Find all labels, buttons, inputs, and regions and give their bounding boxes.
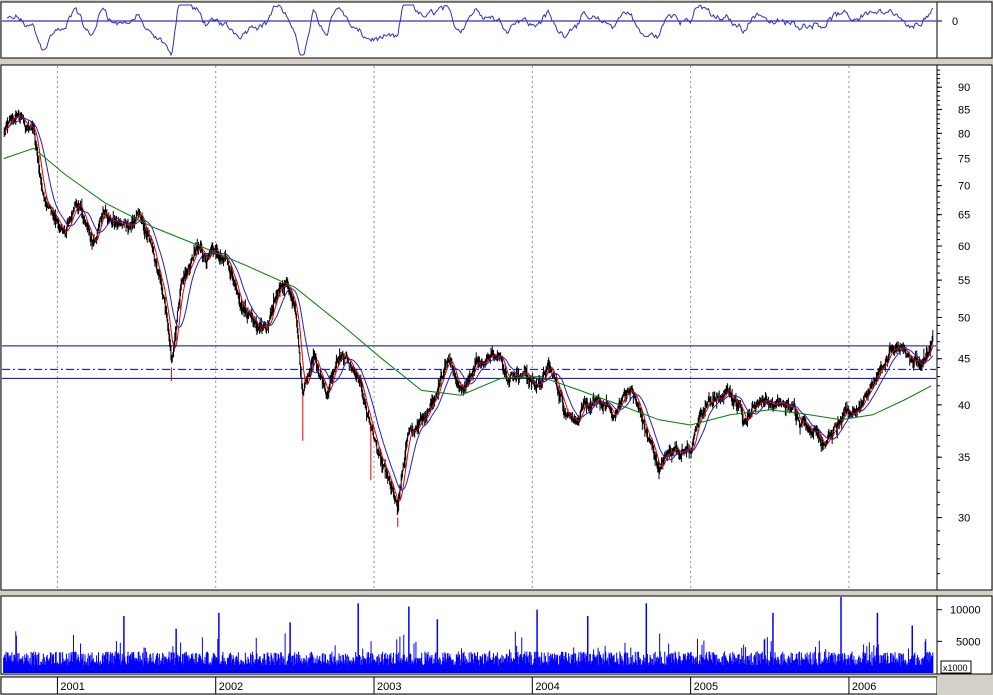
oscillator-axis <box>936 1 993 59</box>
price-tick-label: 45 <box>958 354 970 366</box>
year-label: 2006 <box>852 681 876 693</box>
volume-tick-label: 5000 <box>956 636 980 648</box>
year-label: 2003 <box>377 681 401 693</box>
year-label: 2005 <box>694 681 718 693</box>
oscillator-tick-label: 0 <box>952 16 958 28</box>
volume-tick-label: 10000 <box>950 605 981 617</box>
price-tick-label: 80 <box>958 128 970 140</box>
price-tick-label: 75 <box>958 154 970 166</box>
price-tick-label: 70 <box>958 181 970 193</box>
stock-chart: x1000 2001 2002 2003 2004 2005 2006 30 35 40 45 50… <box>0 1 993 695</box>
price-tick-label: 55 <box>958 275 970 287</box>
price-tick-label: 40 <box>958 400 970 412</box>
price-tick-label: 85 <box>958 105 970 117</box>
price-panel <box>0 64 938 591</box>
price-tick-label: 60 <box>958 241 970 253</box>
oscillator-panel <box>0 1 938 59</box>
year-label: 2002 <box>219 681 243 693</box>
volume-unit-label: x1000 <box>943 663 968 673</box>
price-tick-label: 35 <box>958 452 970 464</box>
year-label: 2001 <box>60 681 84 693</box>
x-axis-strip <box>0 676 938 695</box>
year-label: 2004 <box>535 681 559 693</box>
price-tick-label: 90 <box>958 82 970 94</box>
price-axis <box>936 64 993 591</box>
price-tick-label: 50 <box>958 312 970 324</box>
price-tick-label: 30 <box>958 513 970 525</box>
price-tick-label: 65 <box>958 210 970 222</box>
corner-box <box>937 677 992 694</box>
